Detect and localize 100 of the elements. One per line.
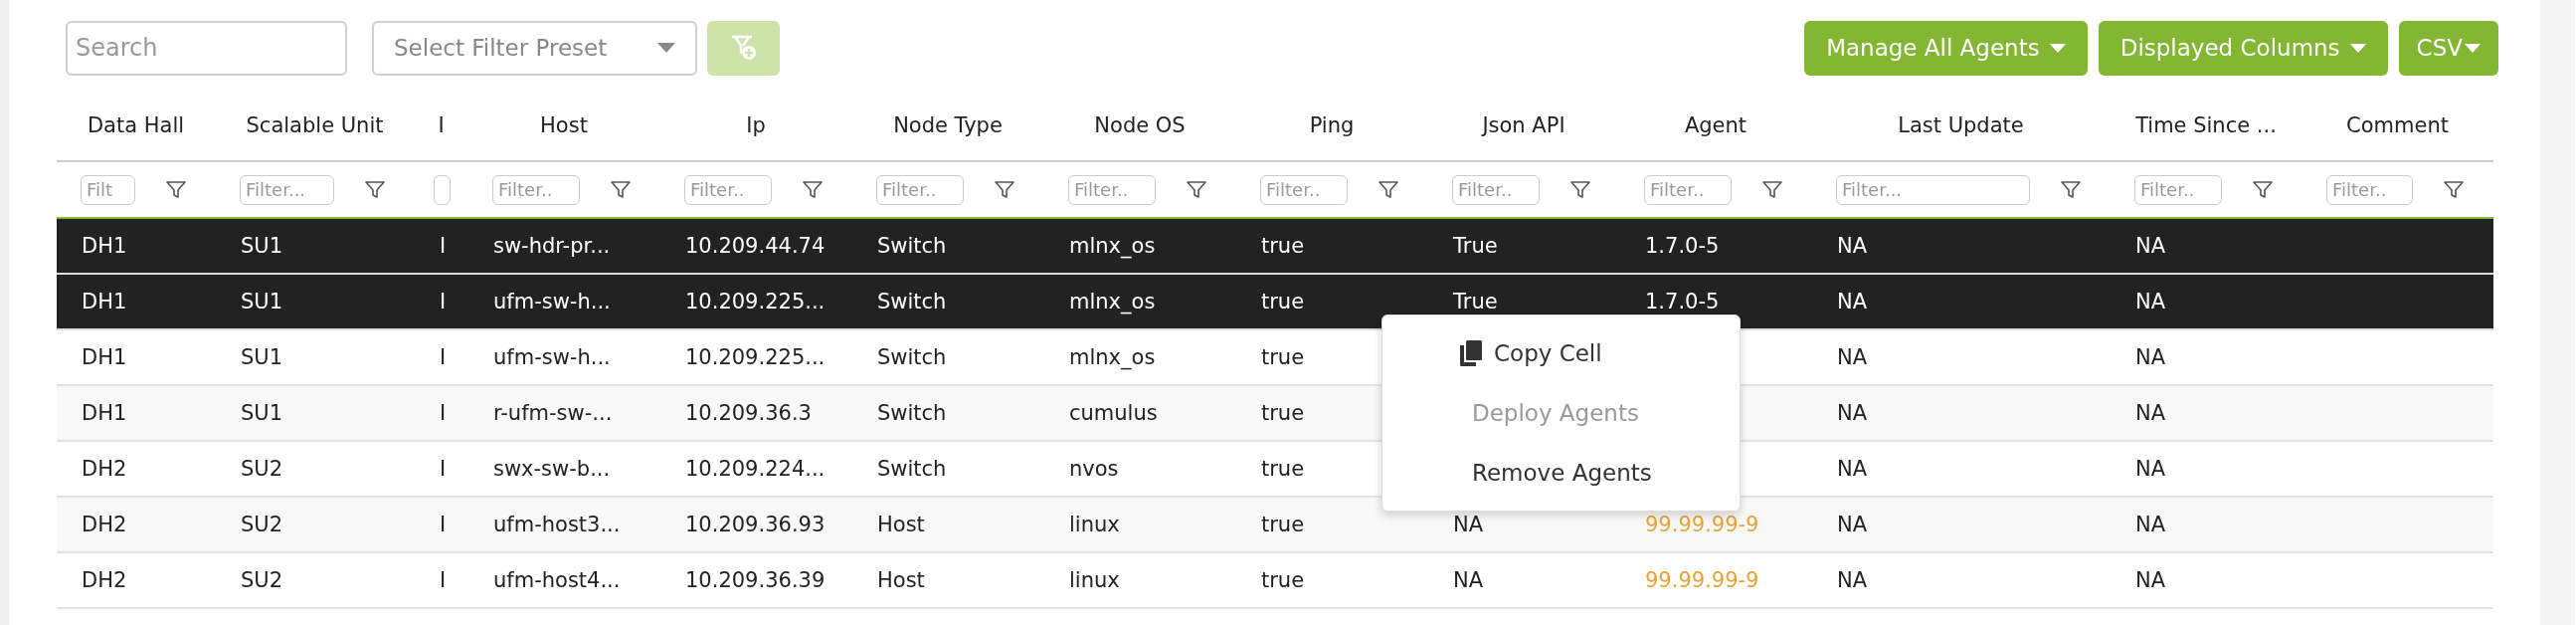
table-cell: ufm-sw-h... [493,345,611,369]
column-header[interactable]: Comment [2302,90,2493,160]
filter-icon[interactable] [2061,180,2081,199]
table-cell: NA [2135,457,2166,481]
table-cell: swx-sw-b... [493,457,611,481]
table-cell: mlnx_os [1069,290,1156,313]
table-cell: DH2 [82,568,127,592]
caret-icon [2465,43,2481,53]
table-cell: nvos [1069,457,1119,481]
table-cell: NA [2135,290,2166,313]
filter-icon[interactable] [2444,180,2464,199]
table-cell: Switch [877,345,947,369]
table-cell: NA [1837,568,1868,592]
filter-icon[interactable] [611,180,631,199]
table-cell: 10.209.36.3 [685,401,812,425]
table-cell: SU2 [241,513,283,536]
table-cell: true [1261,513,1305,536]
column-header[interactable]: Data Hall [57,90,216,160]
filter-field[interactable]: Filter... [240,174,334,205]
filter-field[interactable]: Filter.. [2134,174,2222,205]
search-field[interactable]: Search [66,20,347,76]
column-header[interactable]: Ping [1236,90,1428,160]
table-row[interactable]: DH2 SU2 I ufm-host3... 10.209.36.93 Host linux true NA 99.99.99-9 NA NA [57,498,2493,553]
table-row[interactable]: DH1 SU1 I sw-hdr-pr... 10.209.44.74 Switch mlnx_os true True 1.7.0-5 NA NA [57,219,2493,275]
filter-preset-dropdown[interactable]: Select Filter Preset [372,20,697,76]
table-cell: SU2 [241,568,283,592]
table-cell: SU1 [241,234,283,258]
menu-item-label: Copy Cell [1494,340,1602,366]
table-cell: NA [1453,513,1484,536]
filter-icon[interactable] [2253,180,2273,199]
table-cell: NA [1837,345,1868,369]
table-cell: mlnx_os [1069,345,1156,369]
menu-item[interactable]: Remove Agents [1382,450,1652,496]
table-cell: mlnx_os [1069,234,1156,258]
column-header[interactable]: Agent [1620,90,1812,160]
table-cell: True [1453,234,1498,258]
table-cell: SU1 [241,401,283,425]
caret-icon [2049,43,2066,53]
table-cell: NA [1837,513,1868,536]
table-cell: ufm-sw-h... [493,290,611,313]
column-header[interactable]: Host [468,90,660,160]
table-cell: True [1453,290,1498,313]
table-cell: I [440,234,447,258]
table-cell: I [440,345,447,369]
table-cell: I [440,568,447,592]
column-header[interactable]: Node OS [1044,90,1236,160]
filter-field[interactable] [433,174,451,205]
filter-field[interactable]: Filter.. [1452,174,1540,205]
filter-field[interactable]: Filter.. [1644,174,1732,205]
column-header[interactable]: I [415,90,468,160]
table-cell: sw-hdr-pr... [493,234,611,258]
filter-field[interactable]: Filter.. [876,174,964,205]
filter-icon[interactable] [166,180,186,199]
column-header[interactable]: Time Since ... [2111,90,2302,160]
table-cell: cumulus [1069,401,1158,425]
table-row[interactable]: DH1 SU1 I ufm-sw-h... 10.209.225... Switch mlnx_os true True 1.7.0-5 NA NA [57,275,2493,330]
table-cell: true [1261,290,1305,313]
filter-field[interactable]: Filt [81,174,135,205]
table-cell: 10.209.44.74 [685,234,826,258]
table-cell: 10.209.225... [685,290,826,313]
filter-field[interactable]: Filter.. [1260,174,1348,205]
table-cell: SU1 [241,345,283,369]
table-cell: Switch [877,457,947,481]
table-cell: NA [1837,234,1868,258]
filter-icon[interactable] [1570,180,1590,199]
table-cell: r-ufm-sw-... [493,401,613,425]
table-cell: 10.209.225... [685,345,826,369]
menu-item[interactable]: Copy Cell [1382,330,1602,376]
table-cell: ufm-host3... [493,513,621,536]
filter-field[interactable]: Filter.. [684,174,772,205]
filter-icon[interactable] [1379,180,1398,199]
table-cell: DH2 [82,457,127,481]
table-cell: Switch [877,234,947,258]
column-header[interactable]: Node Type [852,90,1044,160]
table-cell: I [440,513,447,536]
column-header[interactable]: Last Update [1812,90,2111,160]
filter-icon[interactable] [365,180,385,199]
filter-field[interactable]: Filter... [1836,174,2030,205]
column-header[interactable]: Json API [1428,90,1620,160]
caret-icon [2349,43,2366,53]
table-cell: SU1 [241,290,283,313]
table-cell: Switch [877,290,947,313]
table-cell: Switch [877,401,947,425]
filter-icon[interactable] [803,180,823,199]
filter-field[interactable]: Filter.. [492,174,580,205]
table-cell: NA [2135,568,2166,592]
table-cell: DH1 [82,345,127,369]
table-cell: DH1 [82,234,127,258]
filter-field[interactable]: Filter.. [1068,174,1156,205]
table-cell: DH1 [82,401,127,425]
column-header[interactable]: Ip [660,90,852,160]
table-cell: 10.209.36.39 [685,568,826,592]
table-cell: linux [1069,568,1120,592]
filter-icon[interactable] [1187,180,1206,199]
table-cell: NA [1837,457,1868,481]
filter-icon[interactable] [1762,180,1782,199]
column-header[interactable]: Scalable Unit [216,90,415,160]
table-cell: Host [877,568,925,592]
filter-field[interactable]: Filter.. [2326,174,2413,205]
filter-icon[interactable] [995,180,1014,199]
